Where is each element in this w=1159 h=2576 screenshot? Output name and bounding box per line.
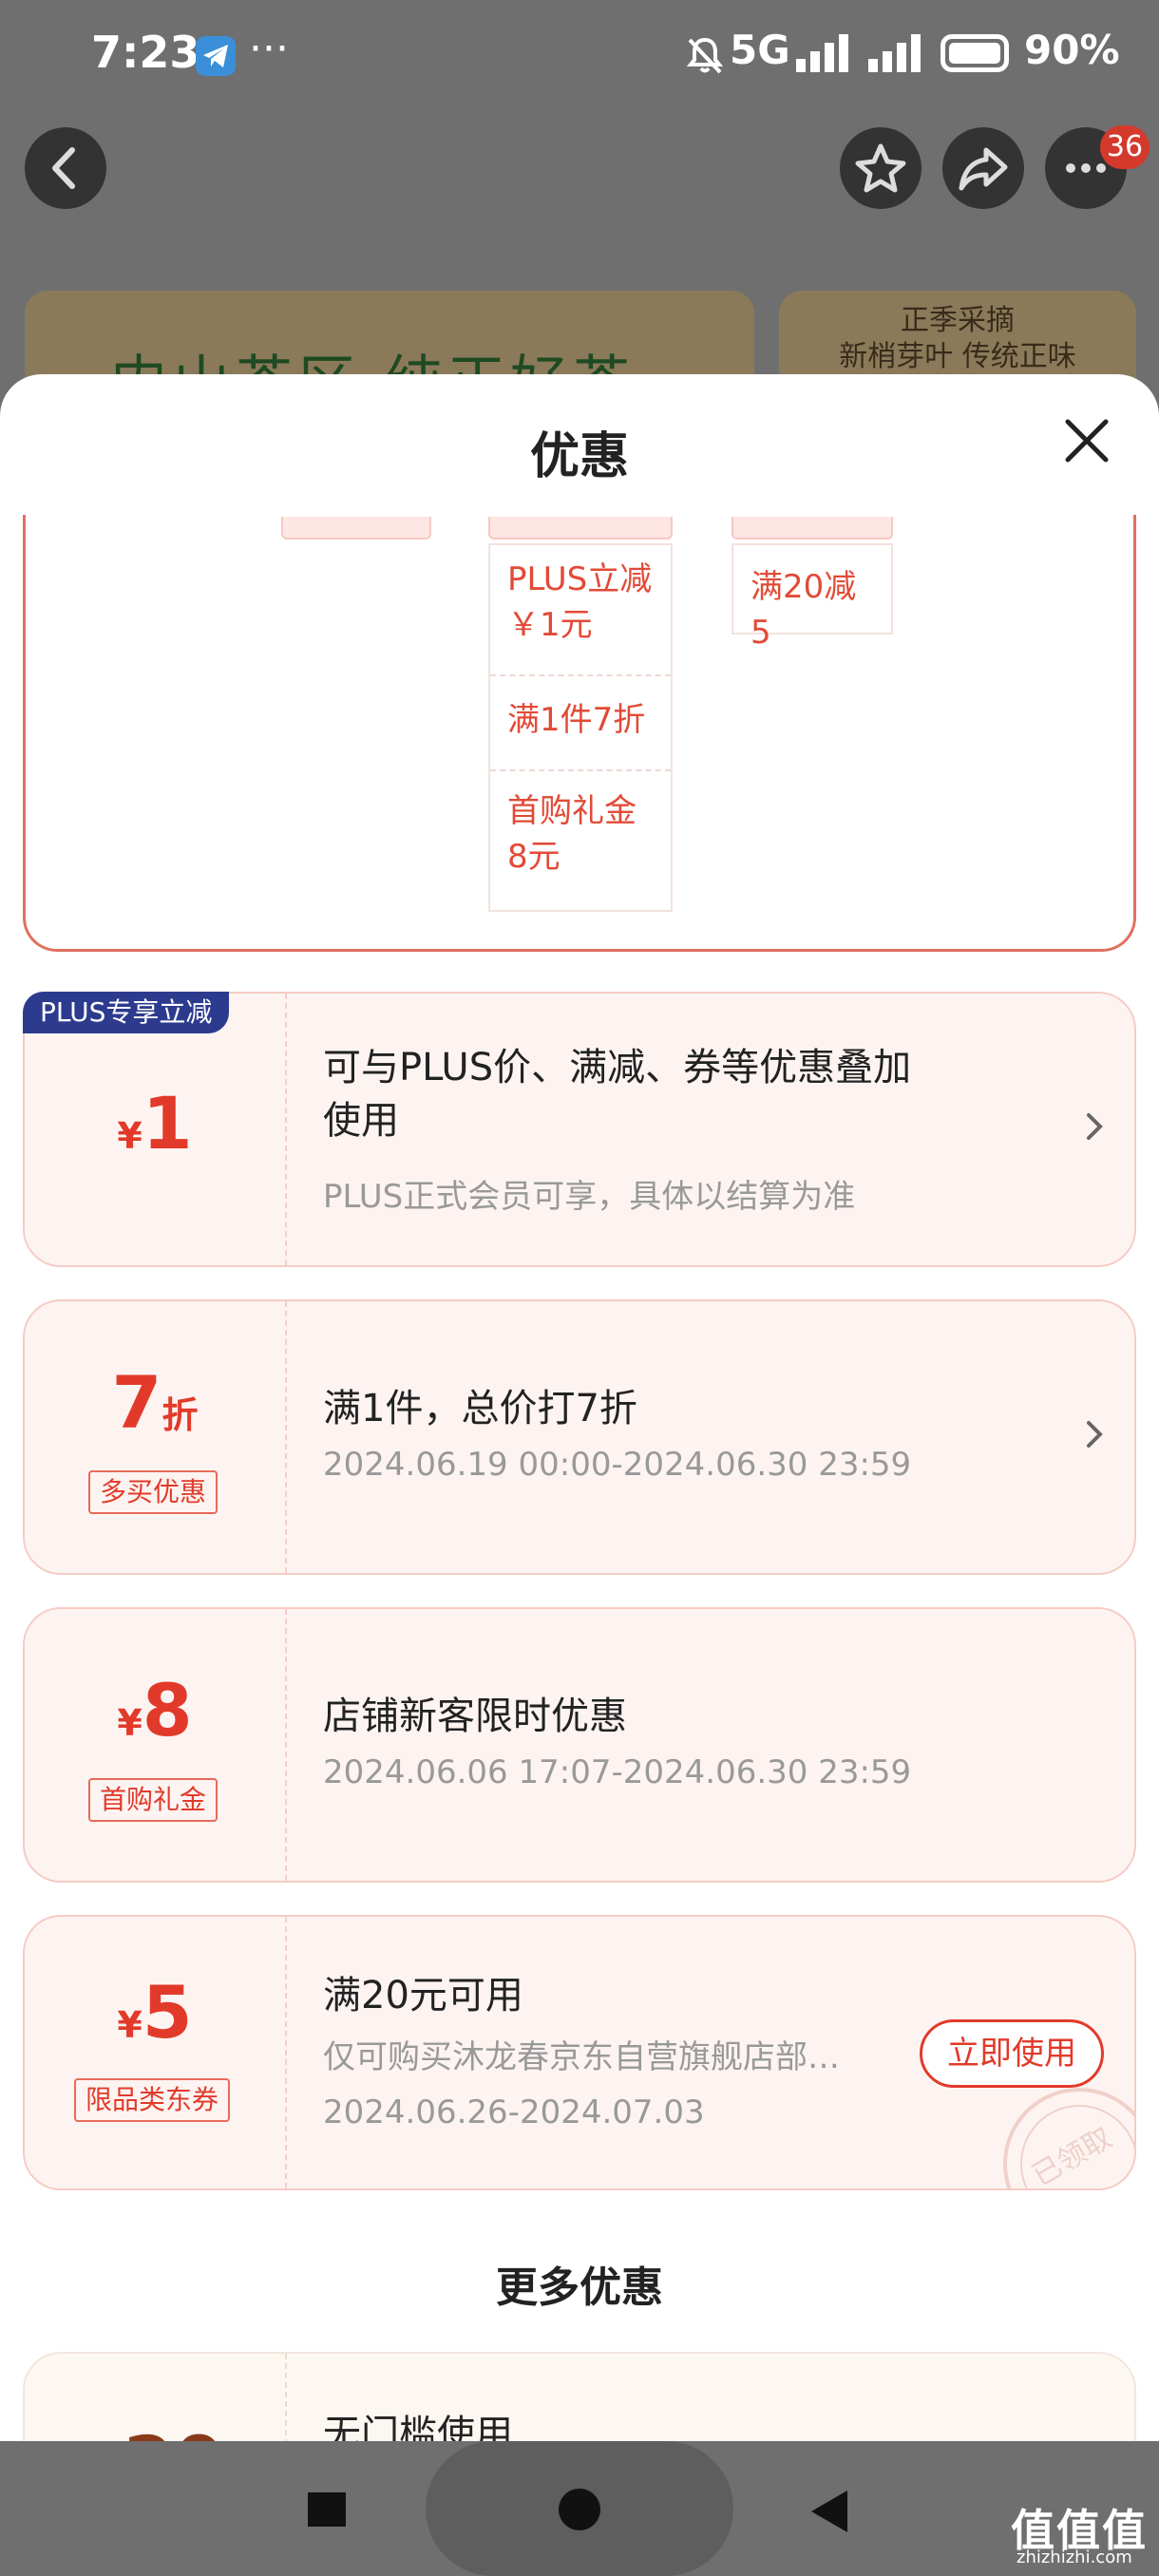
star-icon: [855, 143, 906, 193]
discount-sheet: 优惠 PLUS立减 ￥1元 满1件7折 首购礼金 8元 满20减5 ¥1 可与P…: [0, 374, 1159, 2441]
more-coupon-amount: 20: [124, 2420, 224, 2441]
network-label: 5G: [730, 27, 790, 73]
status-bar: 7:23 ··· 5G 90%: [0, 0, 1159, 114]
coupon-validity: 2024.06.06 17:07-2024.06.30 23:59: [323, 1753, 912, 1791]
close-button[interactable]: [1060, 414, 1113, 471]
currency-symbol: ¥: [117, 1115, 142, 1157]
watermark-domain: zhizhizhi.com: [1016, 2548, 1132, 2567]
tier-item: 满20减5: [750, 568, 857, 652]
sheet-title: 优惠: [529, 428, 629, 485]
coupon-validity: 2024.06.19 00:00-2024.06.30 23:59: [323, 1446, 912, 1484]
plus-exclusive-tag: PLUS专享立减: [23, 992, 230, 1033]
coupon-card-first-purchase[interactable]: ¥8 首购礼金 店铺新客限时优惠 2024.06.06 17:07-2024.0…: [23, 1607, 1136, 1883]
discount-unit: 折: [162, 1394, 199, 1436]
coupon-validity: 2024.06.26-2024.07.03: [323, 2093, 705, 2131]
coupon-title: 满20元可用: [323, 1974, 523, 2017]
coupon-card-multi-buy[interactable]: 7折 多买优惠 满1件，总价打7折 2024.06.19 00:00-2024.…: [23, 1299, 1136, 1575]
use-now-button[interactable]: 立即使用: [920, 2019, 1104, 2088]
tier-tab[interactable]: [281, 517, 431, 540]
currency-symbol: ¥: [117, 2004, 142, 2046]
mute-icon: [684, 34, 726, 80]
tier-tab[interactable]: [488, 517, 673, 540]
coupon-amount: ¥8: [117, 1668, 193, 1752]
signal-icon: [866, 34, 925, 74]
coupon-tag: 限品类东券: [74, 2078, 231, 2122]
coupon-scope: 仅可购买沐龙春京东自营旗舰店部…: [323, 2038, 840, 2076]
more-coupon-card[interactable]: 无门槛使用 20: [23, 2352, 1136, 2441]
recents-button[interactable]: [308, 2492, 346, 2527]
currency-symbol: ¥: [117, 1702, 142, 1744]
back-nav-button[interactable]: [809, 2489, 849, 2538]
battery-percent: 90%: [1024, 27, 1120, 73]
coupon-tag: 多买优惠: [88, 1470, 218, 1514]
chevron-left-icon: [52, 147, 75, 189]
battery-icon: [940, 34, 1009, 72]
coupon-title: 满1件，总价打7折: [323, 1387, 637, 1430]
signal-icon: [794, 34, 853, 74]
tier-column: PLUS立减 ￥1元 满1件7折 首购礼金 8元: [488, 543, 673, 912]
coupon-amount: ¥5: [117, 1970, 193, 2055]
triangle-back-icon: [811, 2491, 847, 2532]
banner-right-line2: 新梢芽叶 传统正味: [839, 340, 1076, 373]
claimed-stamp: 已领取: [1003, 2088, 1134, 2188]
home-button[interactable]: [559, 2489, 600, 2530]
more-coupon-title: 无门槛使用: [323, 2413, 513, 2441]
more-discounts-title: 更多优惠: [496, 2263, 663, 2312]
favorite-button[interactable]: [840, 127, 922, 209]
close-icon: [1065, 419, 1109, 463]
coupon-subtitle: PLUS正式会员可享，具体以结算为准: [323, 1178, 856, 1216]
chevron-right-icon: [1083, 1108, 1106, 1149]
status-time: 7:23: [91, 27, 200, 78]
notification-badge: 36: [1100, 125, 1150, 169]
share-icon: [959, 147, 1008, 191]
chevron-right-icon: [1083, 1415, 1106, 1457]
coupon-amount: ¥1: [117, 1081, 193, 1165]
coupon-tag: 首购礼金: [88, 1778, 218, 1822]
coupon-title: 店铺新客限时优惠: [323, 1695, 627, 1738]
share-button[interactable]: [942, 127, 1024, 209]
tier-item: PLUS立减 ￥1元: [507, 560, 653, 644]
tier-item: 首购礼金 8元: [507, 792, 636, 876]
back-button[interactable]: [25, 127, 106, 209]
telegram-icon: [196, 36, 236, 76]
tier-tab[interactable]: [732, 517, 893, 540]
coupon-title: 可与PLUS价、满减、券等优惠叠加 使用: [323, 1046, 912, 1143]
tier-item: 满1件7折: [507, 701, 646, 739]
status-more: ···: [249, 25, 289, 73]
coupon-amount: 7折: [111, 1360, 199, 1445]
tier-column: 满20减5: [732, 543, 893, 652]
